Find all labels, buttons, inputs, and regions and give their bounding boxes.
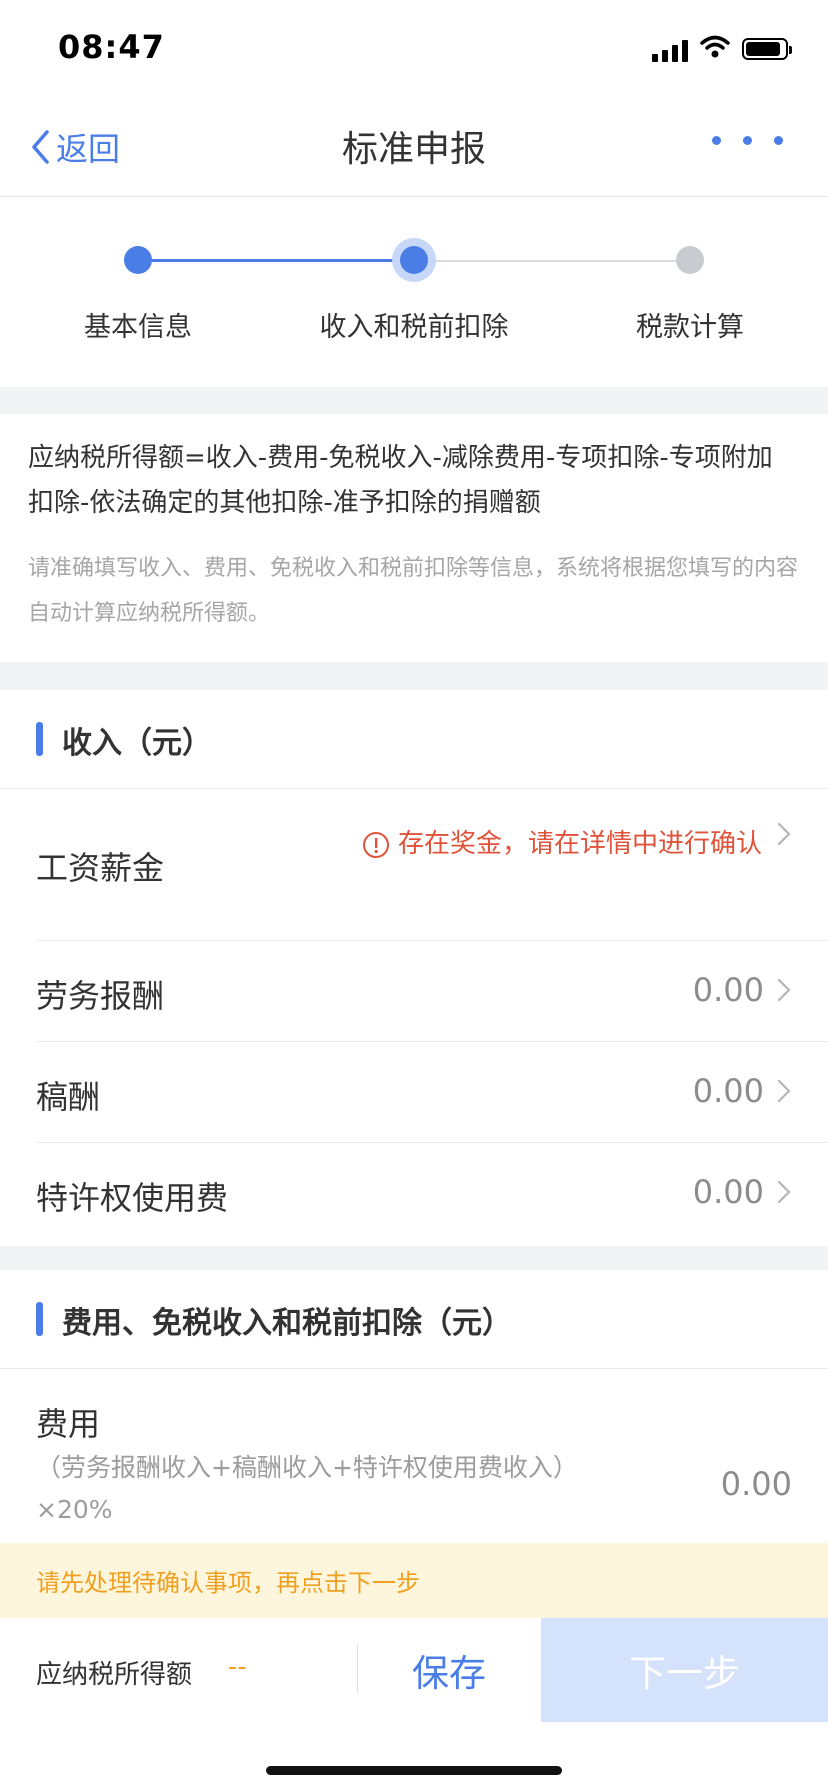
fee-label: 费用 <box>36 1405 101 1443</box>
step-dot-current <box>400 246 428 274</box>
step-label: 税款计算 <box>636 312 744 343</box>
alert-circle-icon <box>363 831 389 858</box>
bonus-warning: 存在奖金，请在详情中进行确认 <box>362 819 762 869</box>
save-button[interactable]: 保存 <box>358 1618 540 1722</box>
income-row-labor[interactable]: 劳务报酬 0.00 <box>0 941 828 1042</box>
income-row-royalty[interactable]: 稿酬 0.00 <box>0 1042 828 1143</box>
tax-formula: 应纳税所得额=收入-费用-免税收入-减除费用-专项扣除-专项附加扣除-依法确定的… <box>28 443 773 518</box>
info-panel: 应纳税所得额=收入-费用-免税收入-减除费用-专项扣除-专项附加扣除-依法确定的… <box>0 414 828 662</box>
stepper-line-pending <box>414 260 690 262</box>
battery-icon <box>742 38 792 60</box>
progress-stepper: 基本信息 收入和税前扣除 税款计算 <box>0 197 828 387</box>
info-hint: 请准确填写收入、费用、免税收入和税前扣除等信息，系统将根据您填写的内容自动计算应… <box>28 556 799 626</box>
status-bar: 08:47 <box>0 0 828 96</box>
section-accent-bar <box>36 1302 43 1336</box>
section-title: 收入（元） <box>62 726 212 761</box>
section-header: 费用、免税收入和税前扣除（元） <box>0 1270 828 1369</box>
pending-notice: 请先处理待确认事项，再点击下一步 <box>0 1543 828 1618</box>
more-dot-icon <box>712 136 721 145</box>
fee-formula: （劳务报酬收入+稿酬收入+特许权使用费收入）×20% <box>36 1453 578 1524</box>
taxable-income-value: -- <box>228 1652 247 1682</box>
more-dot-icon <box>743 136 752 145</box>
taxable-income-label: 应纳税所得额 <box>36 1660 193 1690</box>
section-title: 费用、免税收入和税前扣除（元） <box>62 1306 512 1341</box>
row-value: 0.00 <box>692 1173 764 1211</box>
warning-text: 存在奖金，请在详情中进行确认 <box>398 829 763 859</box>
chevron-right-icon <box>777 1180 791 1204</box>
row-label: 特许权使用费 <box>36 1179 229 1217</box>
chevron-right-icon <box>777 822 791 846</box>
chevron-right-icon <box>777 978 791 1002</box>
chevron-right-icon <box>777 1079 791 1103</box>
step-dot-pending <box>676 246 704 274</box>
step-label: 收入和税前扣除 <box>319 312 509 343</box>
back-button[interactable]: 返回 <box>30 124 120 170</box>
home-indicator <box>266 1766 562 1775</box>
income-row-salary[interactable]: 工资薪金 存在奖金，请在详情中进行确认 <box>0 789 828 941</box>
deductions-section: 费用、免税收入和税前扣除（元） 费用 （劳务报酬收入+稿酬收入+特许权使用费收入… <box>0 1270 828 1543</box>
more-dot-icon <box>774 136 783 145</box>
back-label: 返回 <box>56 130 121 168</box>
signal-icon <box>652 38 692 62</box>
fee-value: 0.00 <box>720 1465 792 1503</box>
row-label: 工资薪金 <box>36 849 165 887</box>
row-label: 劳务报酬 <box>36 977 165 1015</box>
fee-row: 费用 （劳务报酬收入+稿酬收入+特许权使用费收入）×20% 0.00 <box>0 1369 828 1543</box>
section-header: 收入（元） <box>0 690 828 789</box>
bottom-action-bar: 应纳税所得额 -- 保存 下一步 <box>0 1618 828 1792</box>
income-row-license-fee[interactable]: 特许权使用费 0.00 <box>0 1143 828 1244</box>
nav-bar: 标准申报 返回 <box>0 96 828 197</box>
more-button[interactable] <box>712 136 783 145</box>
page-title: 标准申报 <box>341 129 486 170</box>
row-label: 稿酬 <box>36 1078 101 1116</box>
chevron-left-icon <box>32 130 49 164</box>
step-dot-done <box>124 246 152 274</box>
row-value: 0.00 <box>692 1072 764 1110</box>
stepper-line-done <box>138 259 414 262</box>
next-step-button[interactable]: 下一步 <box>541 1618 828 1722</box>
section-accent-bar <box>36 722 43 756</box>
step-label: 基本信息 <box>84 312 192 343</box>
wifi-icon <box>700 35 730 58</box>
notice-text: 请先处理待确认事项，再点击下一步 <box>36 1569 420 1597</box>
status-time: 08:47 <box>58 28 165 66</box>
income-section: 收入（元） 工资薪金 存在奖金，请在详情中进行确认 劳务报酬 0.00 稿酬 0… <box>0 690 828 1246</box>
row-value: 0.00 <box>692 971 764 1009</box>
